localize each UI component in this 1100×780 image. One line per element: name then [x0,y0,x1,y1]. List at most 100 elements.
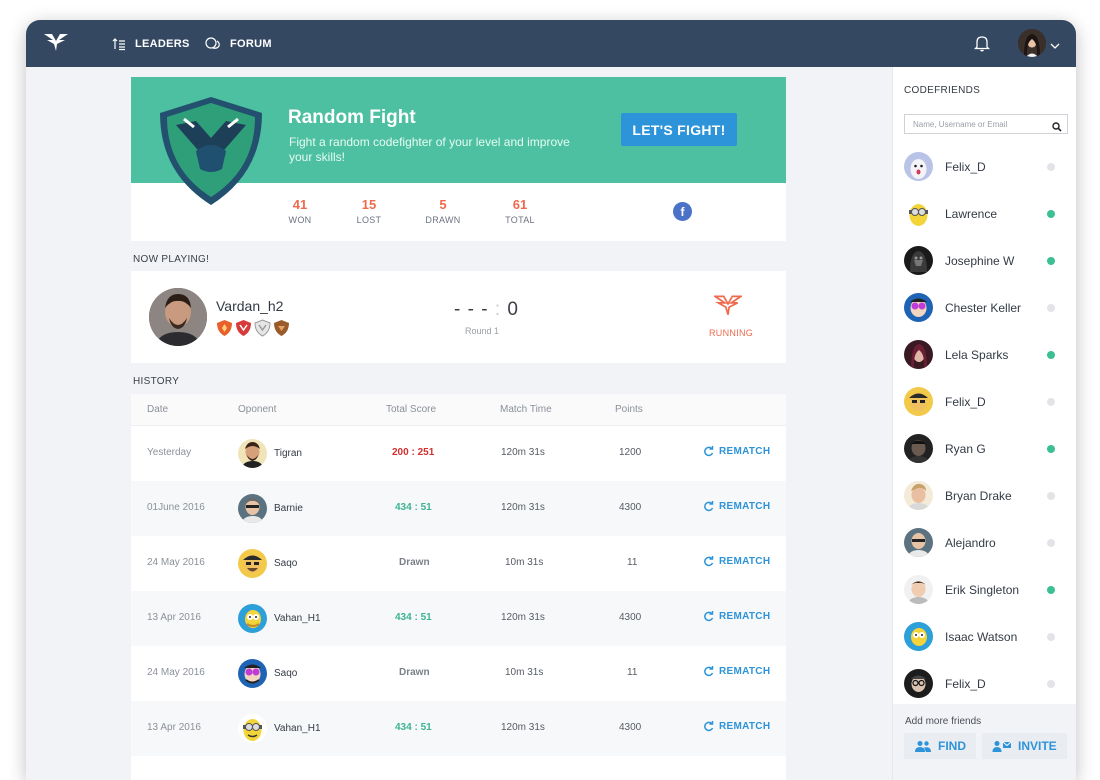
search-placeholder: Name, Username or Email [913,120,1008,129]
opponent-name[interactable]: Saqo [274,558,297,569]
online-status-dot [1047,633,1055,641]
row-date: 01June 2016 [147,502,205,513]
friend-item[interactable]: Josephine W [893,237,1076,284]
table-row: 01June 2016 Barnie 434 : 51 120m 31s 430… [131,481,786,536]
rematch-button[interactable]: REMATCH [703,446,770,457]
friend-name: Felix_D [945,677,986,691]
row-date: 24 May 2016 [147,667,205,678]
friend-item[interactable]: Chester Keller [893,284,1076,331]
codefights-logo-icon [712,293,744,322]
rematch-button[interactable]: REMATCH [703,611,770,622]
online-status-dot [1047,492,1055,500]
score-right: 0 [507,299,519,320]
sidebar-title: CODEFRIENDS [904,85,981,96]
friend-name: Felix_D [945,395,986,409]
opponent-name[interactable]: Vahan_H1 [274,723,321,734]
badge-list [216,319,290,337]
score-separator: : [494,299,502,320]
row-points: 11 [627,667,638,678]
row-points: 11 [627,557,638,568]
arm-wrestling-shield-icon [156,95,266,212]
opponent-name[interactable]: Vahan_H1 [274,613,321,624]
friend-name: Isaac Watson [945,630,1018,644]
stat-won-label: WON [288,215,312,225]
stat-total: 61 TOTAL [490,197,550,225]
friend-name: Lela Sparks [945,348,1009,362]
bell-icon[interactable] [973,34,991,57]
friend-item[interactable]: Erik Singleton [893,566,1076,613]
friend-item[interactable]: Lawrence [893,190,1076,237]
facebook-icon[interactable]: f [673,202,692,221]
history-table: Date Oponent Total Score Match Time Poin… [131,394,786,780]
avatar[interactable] [149,288,207,346]
friend-name: Ryan G [945,442,986,456]
stat-lost-value: 15 [361,197,377,212]
online-status-dot [1047,680,1055,688]
avatar[interactable] [238,659,267,688]
column-header: Total Score [386,404,437,415]
avatar [904,340,933,369]
opponent-name[interactable]: Tigran [274,448,302,459]
avatar[interactable] [238,439,267,468]
avatar [904,622,933,651]
friend-item[interactable]: Bryan Drake [893,472,1076,519]
find-friends-button[interactable]: FIND [904,733,976,759]
table-header: Date Oponent Total Score Match Time Poin… [131,394,786,426]
opponent-name[interactable]: Barnie [274,503,303,514]
hero-subtitle: Fight a random codefighter of your level… [289,135,570,164]
online-status-dot [1047,445,1055,453]
refresh-icon [704,501,714,512]
avatar[interactable] [238,714,267,743]
row-score: 434 : 51 [395,722,432,733]
avatar[interactable] [238,549,267,578]
friend-item[interactable]: Lela Sparks [893,331,1076,378]
nav-leaders[interactable]: LEADERS [112,20,190,67]
nav-forum[interactable]: FORUM [205,20,272,67]
stat-drawn-label: DRAWN [425,215,461,225]
friend-name: Alejandro [945,536,996,550]
table-row: 24 May 2016 Saqo Drawn 10m 31s 11 REMATC… [131,646,786,701]
online-status-dot [1047,304,1055,312]
stat-drawn: 5 DRAWN [413,197,473,225]
avatar[interactable] [238,604,267,633]
invite-button[interactable]: INVITE [982,733,1067,759]
row-score: Drawn [399,557,430,568]
rematch-button[interactable]: REMATCH [703,501,770,512]
history-heading: HISTORY [133,376,180,387]
rematch-label: REMATCH [719,556,771,567]
rematch-button[interactable]: REMATCH [703,721,770,732]
user-avatar[interactable] [1018,29,1046,57]
avatar [904,434,933,463]
friend-search-input[interactable]: Name, Username or Email [904,114,1068,134]
friend-item[interactable]: Felix_D [893,378,1076,425]
rematch-button[interactable]: REMATCH [703,556,770,567]
avatar[interactable] [238,494,267,523]
avatar [904,246,933,275]
avatar [904,575,933,604]
sidebar-footer: Add more friends FIND INVITE [893,704,1076,780]
opponent-name[interactable]: Saqo [274,668,297,679]
refresh-icon [704,556,714,567]
friend-item[interactable]: Ryan G [893,425,1076,472]
avatar [904,528,933,557]
row-score: 434 : 51 [395,502,432,513]
search-icon[interactable] [1052,119,1062,137]
online-status-dot [1047,351,1055,359]
lets-fight-button[interactable]: LET'S FIGHT! [621,113,737,146]
online-status-dot [1047,539,1055,547]
friend-item[interactable]: Isaac Watson [893,613,1076,660]
friend-item[interactable]: Felix_D [893,143,1076,190]
rematch-button[interactable]: REMATCH [703,666,770,677]
chat-bubbles-icon [205,36,221,51]
codefights-logo-icon[interactable] [43,32,69,57]
chevron-down-icon[interactable] [1050,37,1060,55]
stat-won-value: 41 [292,197,308,212]
friend-item[interactable]: Alejandro [893,519,1076,566]
online-status-dot [1047,586,1055,594]
friend-item[interactable]: Felix_D [893,660,1076,707]
friend-name: Bryan Drake [945,489,1012,503]
avatar [904,669,933,698]
row-date: 24 May 2016 [147,557,205,568]
stat-lost-label: LOST [356,215,382,225]
row-points: 4300 [619,502,642,513]
